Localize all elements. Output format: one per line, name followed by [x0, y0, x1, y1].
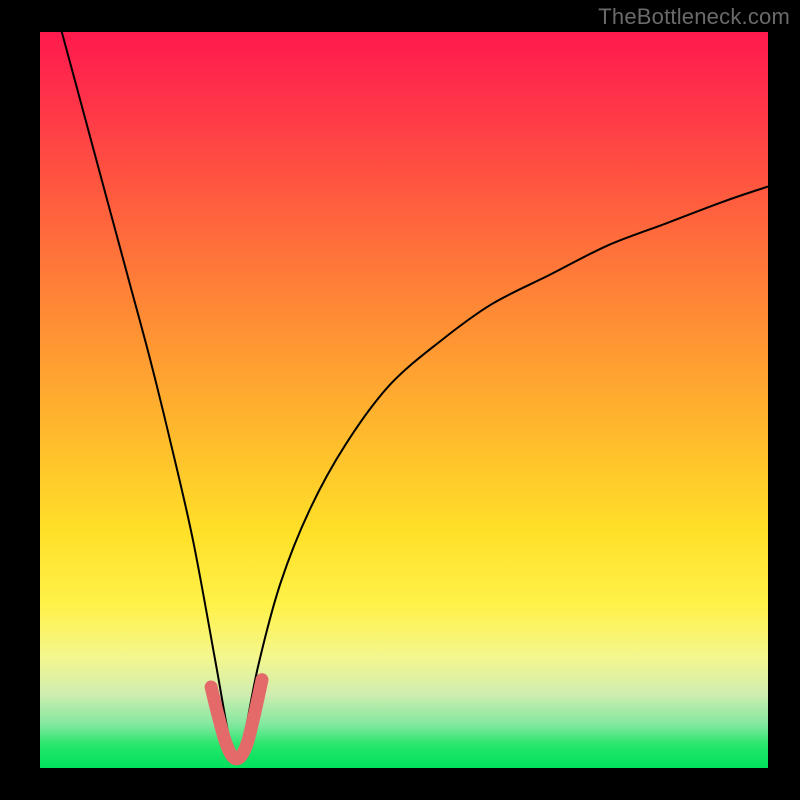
watermark-text: TheBottleneck.com — [598, 4, 790, 30]
chart-frame: TheBottleneck.com — [0, 0, 800, 800]
gradient-plot-area — [40, 32, 768, 768]
curve-layer — [40, 32, 768, 768]
optimal-region-highlight — [211, 680, 262, 759]
bottleneck-curve — [62, 32, 768, 761]
